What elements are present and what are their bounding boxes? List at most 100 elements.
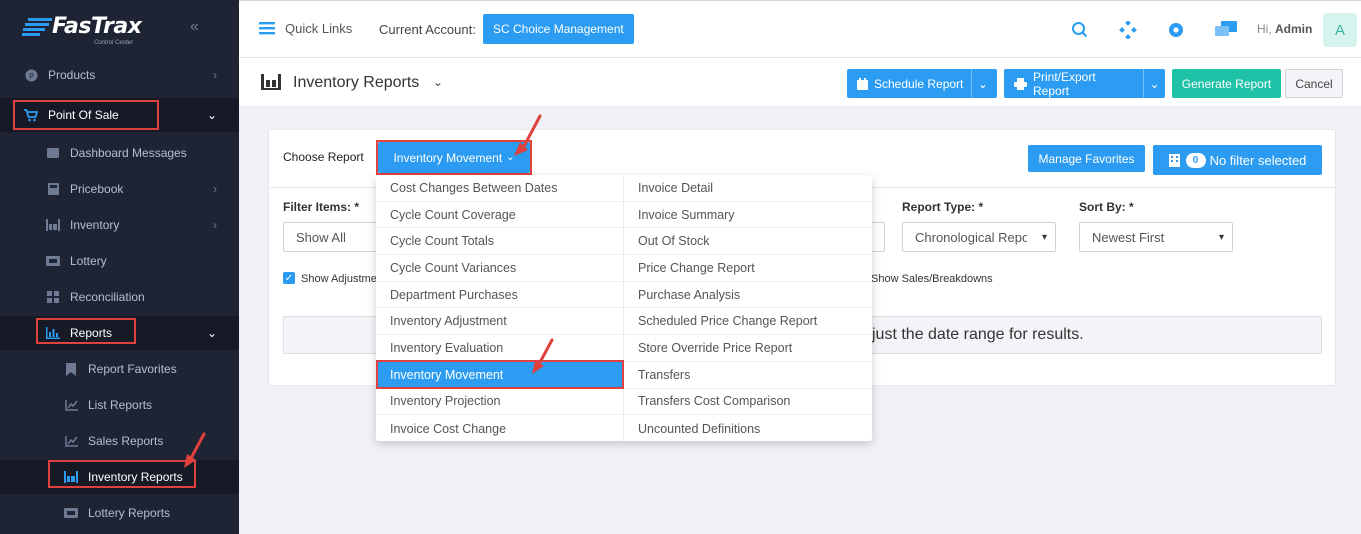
sidebar-item-sales-reports[interactable]: Sales Reports — [0, 424, 239, 458]
show-adjustments-checkbox[interactable]: ✓ — [283, 272, 295, 284]
info-message-text: just the date range for results. — [872, 326, 1084, 343]
search-icon[interactable] — [1071, 21, 1089, 39]
current-account-button[interactable]: SC Choice Management — [483, 14, 634, 44]
sidebar-item-inventory[interactable]: Inventory › — [0, 208, 239, 242]
chevron-right-icon: › — [213, 68, 217, 82]
menu-item[interactable]: Invoice Summary — [624, 202, 872, 229]
filter-button[interactable]: 0 No filter selected — [1153, 145, 1322, 175]
sidebar-item-report-favorites[interactable]: Report Favorites — [0, 352, 239, 386]
menu-item[interactable]: Invoice Cost Change — [376, 415, 624, 442]
brand-logo[interactable]: FasTrax Control Center — [22, 14, 162, 46]
chevron-down-icon: ⌄ — [506, 152, 515, 163]
printer-icon — [1014, 77, 1027, 90]
sidebar-item-label: Inventory — [70, 218, 120, 232]
menu-item[interactable]: Store Override Price Report — [624, 335, 872, 362]
report-type-select[interactable]: Chronological Repo ▾ — [902, 222, 1056, 252]
menu-item[interactable]: Out Of Stock — [624, 228, 872, 256]
menu-item[interactable]: Cycle Count Variances — [376, 255, 624, 282]
filter-items-select[interactable]: Show All — [283, 222, 383, 252]
sidebar-item-dashboard-messages[interactable]: Dashboard Messages — [0, 136, 239, 170]
inventory-icon — [261, 74, 281, 90]
generate-report-button[interactable]: Generate Report — [1172, 69, 1281, 98]
menu-item[interactable]: Department Purchases — [376, 282, 624, 309]
sidebar-item-label: Report Favorites — [88, 362, 177, 376]
menu-item[interactable]: Inventory Adjustment — [376, 308, 624, 336]
calendar-icon — [857, 77, 868, 90]
ticket-icon — [64, 506, 78, 520]
line-chart-icon — [64, 398, 78, 412]
sidebar-item-label: Sales Reports — [88, 434, 164, 448]
menu-item[interactable]: Cycle Count Totals — [376, 228, 624, 256]
menu-item[interactable]: Inventory Projection — [376, 389, 624, 416]
quick-links[interactable]: Quick Links — [259, 21, 352, 36]
user-greeting: Hi, Admin — [1257, 22, 1313, 36]
menu-item[interactable]: Scheduled Price Change Report — [624, 308, 872, 336]
manage-favorites-button[interactable]: Manage Favorites — [1028, 145, 1145, 172]
menu-item[interactable]: Transfers — [624, 362, 872, 389]
quick-links-label: Quick Links — [285, 21, 353, 36]
sidebar-item-point-of-sale[interactable]: Point Of Sale ⌄ — [0, 98, 239, 132]
menu-item[interactable]: Cycle Count Coverage — [376, 202, 624, 229]
page-title[interactable]: Inventory Reports — [293, 74, 419, 92]
chevron-down-icon[interactable]: ⌄ — [1143, 69, 1165, 98]
chevron-down-icon: ▾ — [1041, 232, 1047, 243]
chevron-right-icon: › — [213, 182, 217, 196]
sidebar-item-lottery[interactable]: Lottery — [0, 244, 239, 278]
chat-icon[interactable] — [1215, 21, 1237, 39]
choose-report-dropdown[interactable]: Inventory Movement ⌄ — [378, 142, 530, 173]
sidebar-item-reports[interactable]: Reports ⌄ — [0, 316, 239, 350]
show-sales-label: Show Sales/Breakdowns — [871, 273, 993, 285]
show-adjustments-label: Show Adjustme — [301, 273, 377, 285]
calculator-icon — [46, 182, 60, 196]
choose-report-label: Choose Report — [283, 150, 364, 164]
building-icon — [1168, 153, 1180, 167]
menu-item[interactable]: Invoice Detail — [624, 175, 872, 202]
ticket-icon — [46, 254, 60, 268]
sidebar-item-label: Inventory Reports — [88, 470, 183, 484]
cancel-button[interactable]: Cancel — [1285, 69, 1343, 98]
inventory-icon — [64, 470, 78, 484]
sidebar-item-lottery-reports[interactable]: Lottery Reports — [0, 496, 239, 530]
chevron-down-icon: ⌄ — [206, 326, 217, 340]
menu-item[interactable]: Purchase Analysis — [624, 282, 872, 309]
sidebar-item-label: Point Of Sale — [48, 108, 119, 122]
grid-icon — [46, 290, 60, 304]
top-bar: Quick Links Current Account: SC Choice M… — [239, 0, 1361, 58]
brand-subtitle: Control Center — [94, 40, 134, 46]
cart-icon — [24, 108, 38, 122]
apps-diamond-icon[interactable] — [1119, 21, 1137, 39]
avatar[interactable]: A — [1323, 13, 1357, 47]
sidebar-item-reconciliation[interactable]: Reconciliation — [0, 280, 239, 314]
print-export-button[interactable]: Print/Export Report ⌄ — [1004, 69, 1165, 98]
line-chart-icon — [64, 434, 78, 448]
gear-icon[interactable] — [1167, 21, 1185, 39]
sort-by-select[interactable]: Newest First ▾ — [1079, 222, 1233, 252]
schedule-report-button[interactable]: Schedule Report ⌄ — [847, 69, 997, 98]
sidebar-item-pricebook[interactable]: Pricebook › — [0, 172, 239, 206]
menu-item-selected[interactable]: Inventory Movement — [376, 361, 624, 389]
sort-by-label: Sort By: * — [1079, 200, 1134, 214]
report-type-label: Report Type: * — [902, 200, 984, 214]
inventory-icon — [46, 218, 60, 232]
menu-icon — [259, 22, 275, 35]
sidebar-item-label: Reconciliation — [70, 290, 145, 304]
menu-item[interactable]: Cost Changes Between Dates — [376, 175, 624, 202]
sidebar-item-list-reports[interactable]: List Reports — [0, 388, 239, 422]
dropdown-column-left: Cost Changes Between Dates Cycle Count C… — [376, 175, 624, 442]
sidebar-item-label: Lottery Reports — [88, 506, 171, 520]
sidebar-item-inventory-reports[interactable]: Inventory Reports — [0, 460, 239, 494]
sidebar-item-products[interactable]: P Products › — [0, 58, 239, 92]
bookmark-icon — [64, 362, 78, 376]
menu-item[interactable]: Uncounted Definitions — [624, 415, 872, 442]
sidebar-item-label: Dashboard Messages — [70, 146, 187, 160]
chevron-down-icon[interactable]: ⌄ — [971, 69, 993, 98]
sidebar-item-label: Pricebook — [70, 182, 124, 196]
menu-item[interactable]: Inventory Evaluation — [376, 335, 624, 362]
menu-item[interactable]: Transfers Cost Comparison — [624, 389, 872, 416]
chevron-down-icon[interactable]: ⌄ — [433, 75, 443, 89]
products-icon: P — [24, 68, 38, 82]
sidebar: FasTrax Control Center « P Products › Po… — [0, 0, 239, 534]
sidebar-item-label: List Reports — [88, 398, 153, 412]
collapse-sidebar-icon[interactable]: « — [190, 18, 199, 36]
menu-item[interactable]: Price Change Report — [624, 255, 872, 282]
